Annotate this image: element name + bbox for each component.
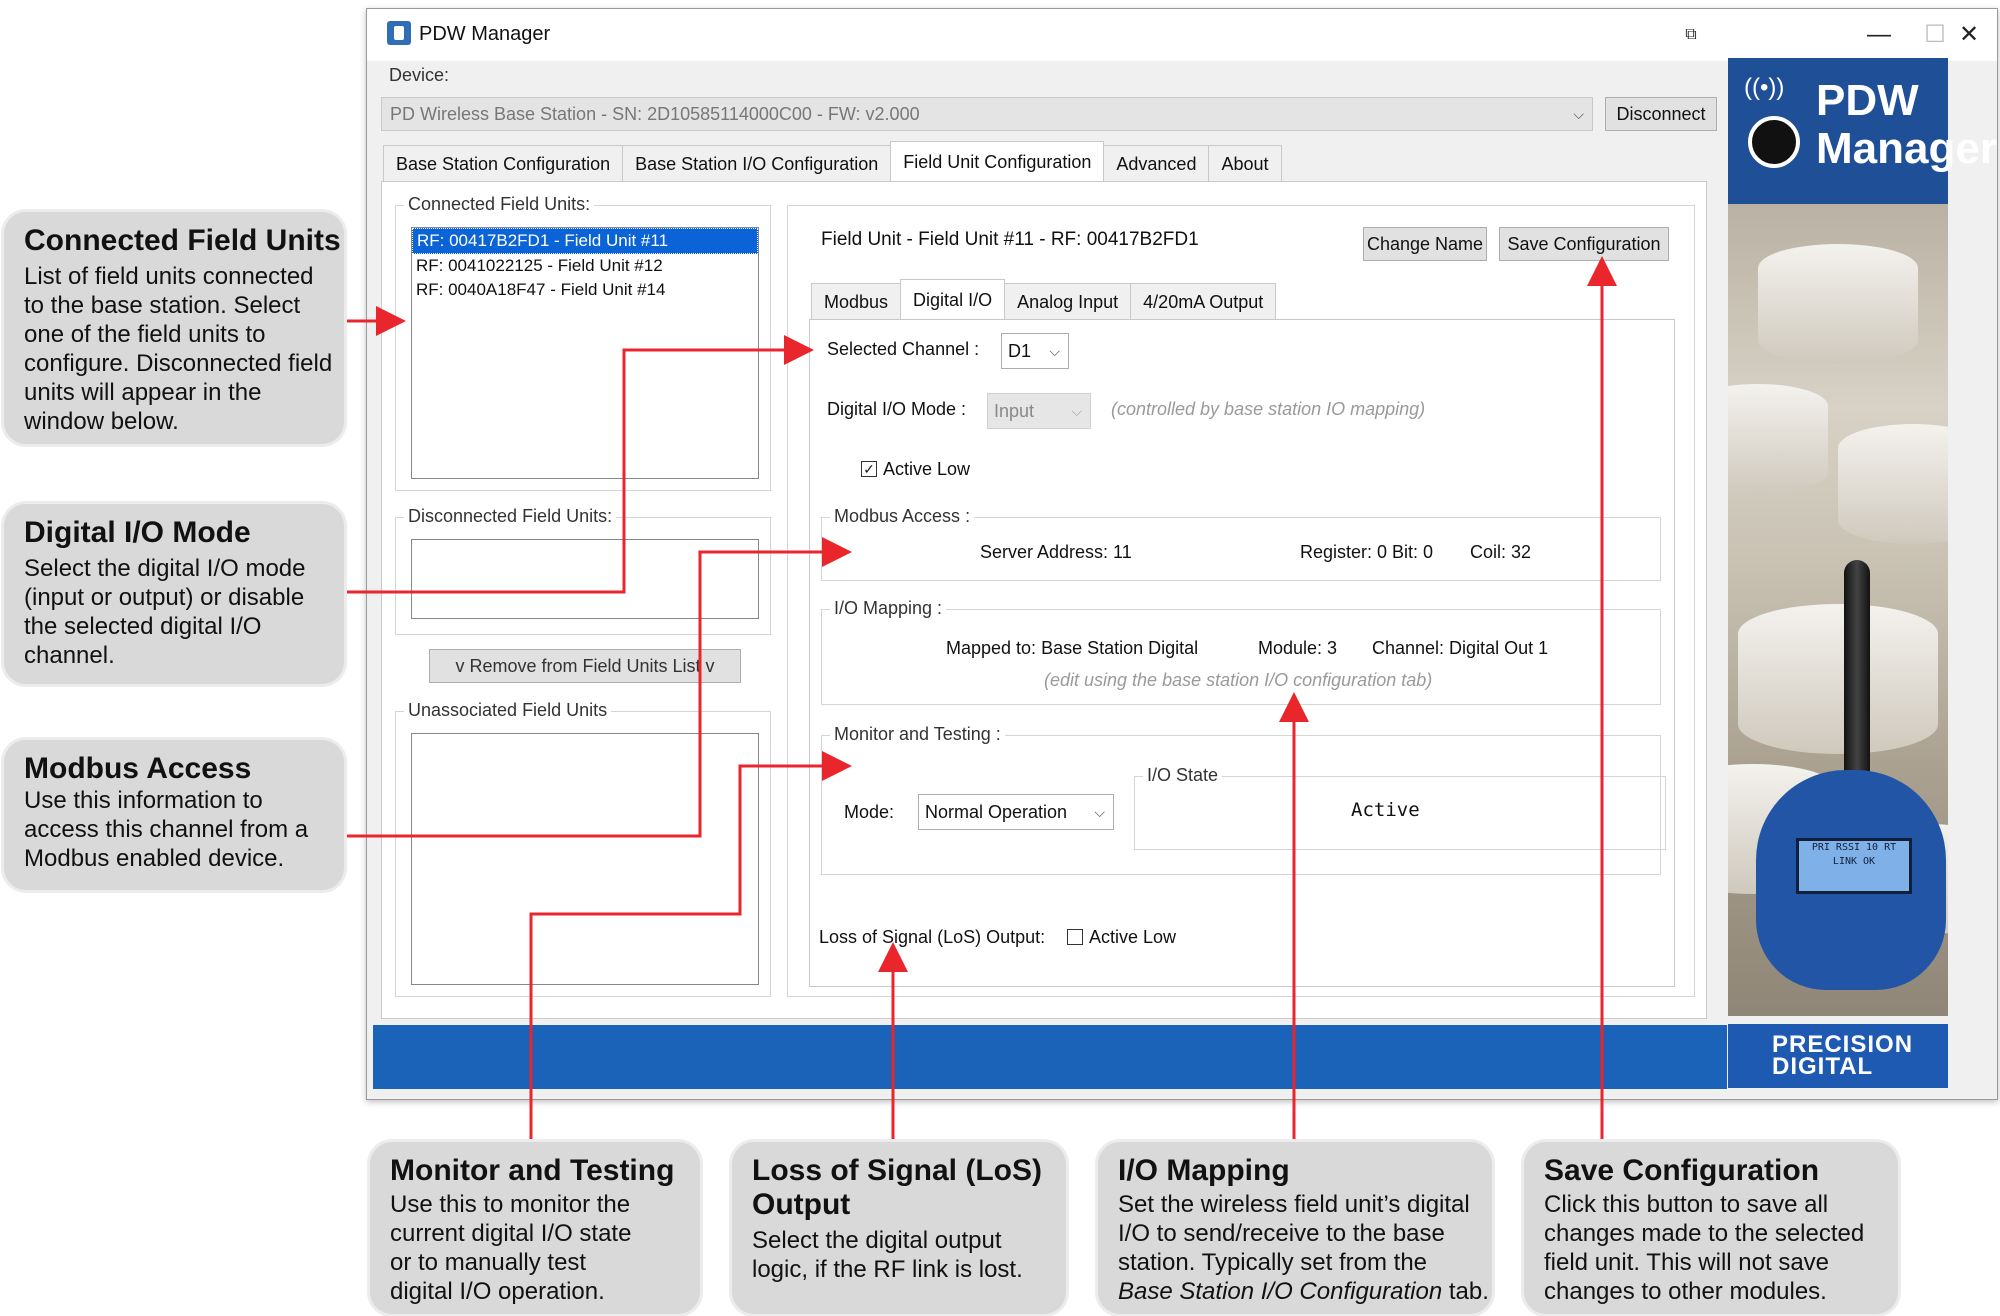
callout-body: Select the digital I/O mode (input or ou… bbox=[24, 554, 305, 670]
callout-line: Use this information to bbox=[24, 787, 263, 814]
callout-line: one of the field units to bbox=[24, 321, 266, 348]
arrow-modbus bbox=[346, 537, 852, 838]
callout-line: logic, if the RF link is lost. bbox=[752, 1256, 1023, 1283]
callout-line-end: tab. bbox=[1442, 1278, 1489, 1305]
callout-line: field unit. This will not save bbox=[1544, 1249, 1830, 1276]
callout-modbus-access: Modbus Access Use this information to ac… bbox=[4, 740, 344, 890]
callout-line: changes made to the selected bbox=[1544, 1220, 1865, 1247]
callout-line: units will appear in the bbox=[24, 379, 262, 406]
callout-loss-of-signal: Loss of Signal (LoS) Output Select the d… bbox=[732, 1142, 1066, 1314]
callout-digital-io-mode: Digital I/O Mode Select the digital I/O … bbox=[4, 504, 344, 684]
callout-title: Modbus Access bbox=[24, 752, 252, 785]
callout-title: Save Configuration bbox=[1544, 1154, 1820, 1187]
callout-line: Base Station I/O Configuration tab. bbox=[1118, 1277, 1489, 1306]
callout-italic-text: Base Station I/O Configuration bbox=[1118, 1278, 1443, 1305]
callout-body: Click this button to save all changes ma… bbox=[1544, 1190, 1864, 1306]
callout-title: Connected Field Units bbox=[24, 224, 341, 257]
callout-line: I/O to send/receive to the base bbox=[1118, 1220, 1445, 1247]
callout-line: access this channel from a bbox=[24, 816, 309, 843]
callout-line: the selected digital I/O bbox=[24, 613, 262, 640]
arrow-dio-mode bbox=[346, 335, 814, 594]
callout-save-configuration: Save Configuration Click this button to … bbox=[1524, 1142, 1898, 1314]
callout-title-line: Loss of Signal (LoS) bbox=[752, 1154, 1042, 1187]
arrow-monitor bbox=[529, 751, 852, 1140]
callout-line: changes to other modules. bbox=[1544, 1278, 1827, 1305]
callout-connected-field-units: Connected Field Units List of field unit… bbox=[4, 212, 344, 444]
callout-body: Set the wireless field unit’s digital I/… bbox=[1118, 1190, 1489, 1306]
callout-line: Set the wireless field unit’s digital bbox=[1118, 1191, 1470, 1218]
callout-body: Select the digital output logic, if the … bbox=[752, 1226, 1023, 1284]
callout-line: Click this button to save all bbox=[1544, 1191, 1829, 1218]
callout-line: (input or output) or disable bbox=[24, 584, 305, 611]
callout-line: Modbus enabled device. bbox=[24, 845, 285, 872]
callout-line: digital I/O operation. bbox=[390, 1278, 605, 1305]
callout-io-mapping: I/O Mapping Set the wireless field unit’… bbox=[1098, 1142, 1492, 1314]
callout-monitor-testing: Monitor and Testing Use this to monitor … bbox=[370, 1142, 700, 1314]
callout-line: Use this to monitor the bbox=[390, 1191, 631, 1218]
callout-title: Digital I/O Mode bbox=[24, 516, 251, 549]
callout-body: Use this information to access this chan… bbox=[24, 786, 308, 873]
callout-title: Monitor and Testing bbox=[390, 1154, 675, 1187]
callout-line: current digital I/O state bbox=[390, 1220, 632, 1247]
callout-line: or to manually test bbox=[390, 1249, 587, 1276]
callout-line: channel. bbox=[24, 642, 115, 669]
callout-body: List of field units connected to the bas… bbox=[24, 262, 332, 436]
callout-line: to the base station. Select bbox=[24, 292, 301, 319]
callout-title: Loss of Signal (LoS) Output bbox=[752, 1154, 1042, 1222]
callout-line: Select the digital I/O mode bbox=[24, 555, 306, 582]
callout-line: List of field units connected bbox=[24, 263, 314, 290]
callout-line: configure. Disconnected field bbox=[24, 350, 333, 377]
callout-title: I/O Mapping bbox=[1118, 1154, 1290, 1187]
callout-body: Use this to monitor the current digital … bbox=[390, 1190, 631, 1306]
callout-line: Select the digital output bbox=[752, 1227, 1002, 1254]
callout-line: window below. bbox=[24, 408, 179, 435]
callout-line: station. Typically set from the bbox=[1118, 1249, 1428, 1276]
callout-title-line: Output bbox=[752, 1188, 851, 1221]
